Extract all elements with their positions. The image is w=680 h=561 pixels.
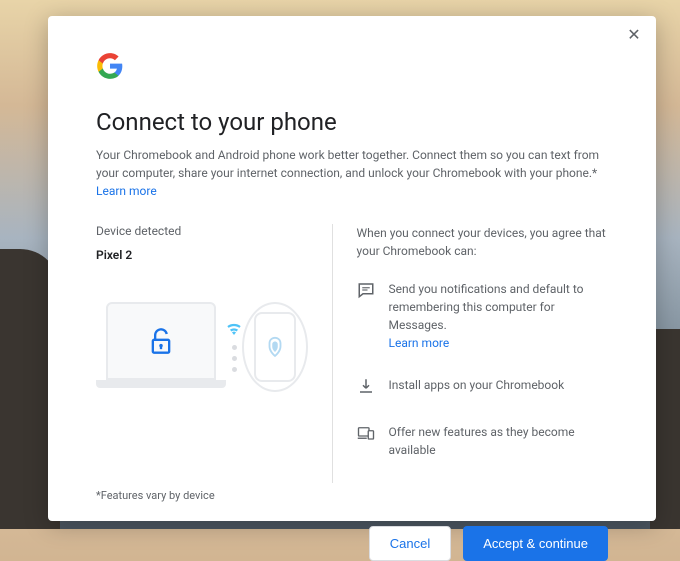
footnote: *Features vary by device [96, 489, 608, 502]
messages-learn-more-link[interactable]: Learn more [389, 336, 450, 350]
phone-circle [242, 302, 308, 392]
unlock-icon [147, 325, 175, 357]
devices-icon [357, 424, 375, 446]
device-name: Pixel 2 [96, 248, 308, 262]
feature-text: Offer new features as they become availa… [389, 423, 608, 459]
page-title: Connect to your phone [96, 108, 608, 136]
feature-text: Install apps on your Chromebook [389, 376, 565, 394]
message-icon [357, 281, 375, 303]
device-panel: Device detected Pixel 2 [96, 224, 332, 483]
close-icon: ✕ [627, 27, 640, 44]
download-icon [357, 377, 375, 399]
feature-install: Install apps on your Chromebook [357, 376, 608, 399]
feature-text: Send you notifications and default to re… [389, 282, 584, 332]
feature-newfeatures: Offer new features as they become availa… [357, 423, 608, 459]
connection-dots [226, 323, 242, 372]
wifi-icon [226, 323, 242, 335]
fingerprint-icon [264, 336, 286, 358]
phone-icon [254, 312, 296, 382]
cancel-button[interactable]: Cancel [369, 526, 451, 561]
accept-button[interactable]: Accept & continue [463, 526, 608, 561]
agreement-panel: When you connect your devices, you agree… [332, 224, 608, 483]
feature-messages: Send you notifications and default to re… [357, 280, 608, 352]
connect-phone-modal: ✕ Connect to your phone Your Chromebook … [48, 16, 656, 521]
device-detected-label: Device detected [96, 224, 308, 238]
footer-actions: Cancel Accept & continue [96, 526, 608, 561]
learn-more-link[interactable]: Learn more [96, 184, 157, 198]
close-button[interactable]: ✕ [624, 26, 644, 46]
google-logo [96, 52, 608, 84]
agreement-intro: When you connect your devices, you agree… [357, 224, 608, 260]
connect-illustration [96, 282, 308, 412]
laptop-icon [96, 302, 226, 392]
page-description: Your Chromebook and Android phone work b… [96, 146, 608, 200]
